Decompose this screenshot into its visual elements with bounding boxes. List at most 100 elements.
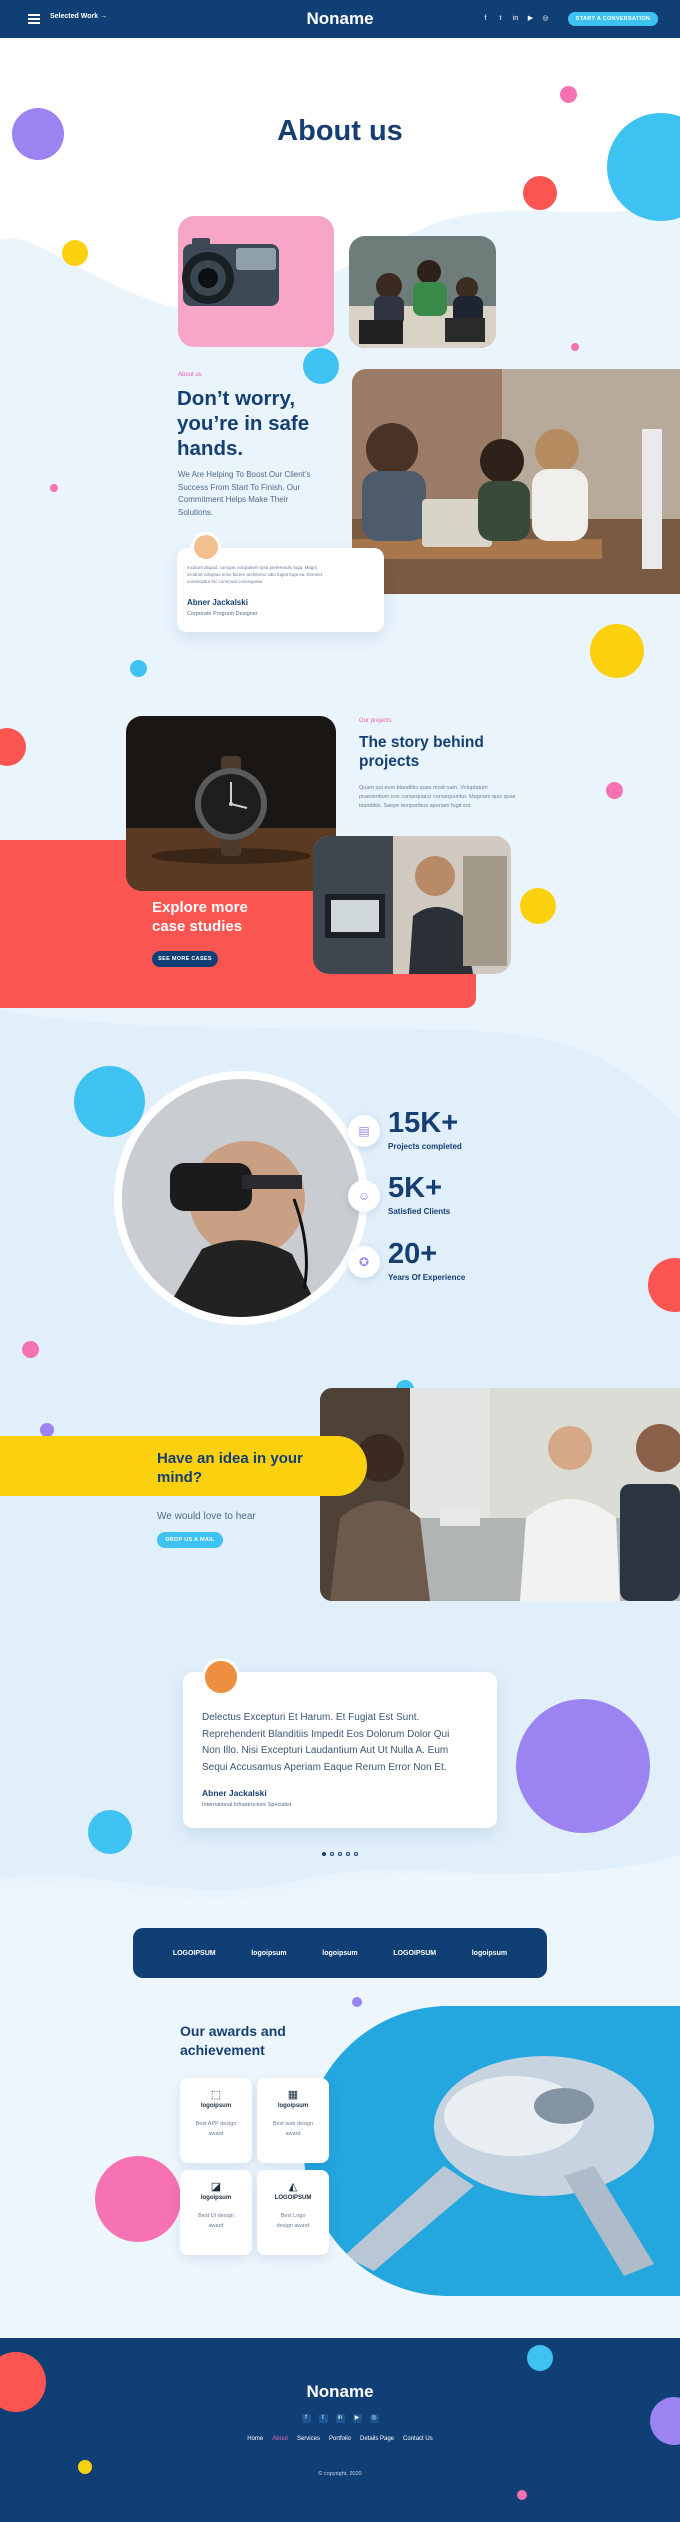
testimonial-line: Reprehenderit Blanditiis Impedit Eos Dol… bbox=[202, 1728, 450, 1740]
avatar bbox=[191, 532, 221, 562]
dribbble-icon[interactable]: ◎ bbox=[541, 14, 550, 23]
facebook-icon[interactable]: f bbox=[301, 2414, 311, 2423]
carousel-dots bbox=[322, 1852, 358, 1856]
award-text: Best Logo design award bbox=[257, 2211, 329, 2231]
stat-label: Years Of Experience bbox=[388, 1273, 466, 1282]
decor-circle bbox=[130, 660, 147, 677]
carousel-dot[interactable] bbox=[330, 1852, 334, 1856]
decor-circle bbox=[520, 888, 556, 924]
decor-circle bbox=[560, 86, 577, 103]
story-heading: The story behind projects bbox=[359, 733, 484, 771]
award-logo-icon: ▦ bbox=[287, 2089, 299, 2101]
award-text: Best web design award bbox=[257, 2119, 329, 2139]
testimonial-card: Delectus Excepturi Et Harum. Et Fugiat E… bbox=[183, 1658, 497, 1828]
award-text-line: Best APP design bbox=[195, 2121, 237, 2127]
quote-text: Incidunt aliquid, cumque voluptatem ipsa… bbox=[187, 564, 322, 585]
decor-circle bbox=[95, 2156, 181, 2242]
quote-line: incidunt voluptas enim facere architecto… bbox=[187, 572, 322, 577]
decor-circle bbox=[50, 484, 58, 492]
footer-nav-portfolio[interactable]: Portfolio bbox=[329, 2436, 351, 2442]
quote-role: Corporate Program Designer bbox=[187, 611, 258, 617]
safe-desc-line: Commitment Helps Make Their bbox=[178, 495, 289, 504]
dribbble-icon[interactable]: ◎ bbox=[369, 2414, 379, 2423]
youtube-icon[interactable]: ▶ bbox=[352, 2414, 362, 2423]
idea-subtitle: We would love to hear bbox=[157, 1511, 256, 1522]
footer-nav-about[interactable]: About bbox=[272, 2436, 288, 2442]
client-logo: logoipsum bbox=[251, 1949, 287, 1957]
team-photo bbox=[349, 236, 496, 348]
award-text-line: award bbox=[208, 2223, 224, 2229]
award-card: ◪ logoipsum Best UI design award bbox=[180, 2170, 252, 2255]
award-text-line: Best Logo bbox=[280, 2213, 306, 2219]
award-logo: logoipsum bbox=[200, 2103, 232, 2109]
vr-photo bbox=[122, 1079, 360, 1317]
decor-circle bbox=[40, 1423, 54, 1437]
story-desc-line: praesentium eos consequatur consequuntur… bbox=[359, 794, 516, 800]
office-photo bbox=[352, 369, 680, 594]
idea-heading-line: mind? bbox=[157, 1469, 202, 1486]
footer-nav-contact[interactable]: Contact Us bbox=[403, 2436, 433, 2442]
decor-circle bbox=[590, 624, 644, 678]
safe-heading-line: hands. bbox=[177, 437, 244, 460]
page-title: About us bbox=[277, 115, 403, 147]
quote-line: consectetur hic commodi consequatur. bbox=[187, 579, 264, 584]
award-text-line: award bbox=[208, 2131, 224, 2137]
page: Selected Work → Noname f t in ▶ ◎ START … bbox=[0, 0, 680, 2522]
client-logos-bar: LOGOIPSUM logoipsum logoipsum LOGOIPSUM … bbox=[133, 1928, 547, 1978]
laptop-photo bbox=[313, 836, 511, 974]
projects-kicker: Our projects bbox=[359, 718, 392, 724]
quote-line: Incidunt aliquid, cumque voluptatem ipsa… bbox=[187, 565, 317, 570]
start-conversation-button[interactable]: START A CONVERSATION bbox=[568, 12, 658, 26]
testimonial-line: Non Illo. Nisi Excepturi Laudantium Aut … bbox=[202, 1745, 449, 1756]
award-logo-icon: ◪ bbox=[210, 2181, 222, 2193]
award-text-line: design award bbox=[276, 2223, 310, 2229]
drop-mail-button[interactable]: DROP US A MAIL bbox=[157, 1532, 223, 1548]
awards-heading-line: Our awards and bbox=[180, 2023, 286, 2039]
stat-value: 20+ bbox=[388, 1238, 438, 1270]
youtube-icon[interactable]: ▶ bbox=[526, 14, 535, 23]
footer-socials: f t in ▶ ◎ bbox=[0, 2414, 680, 2423]
explore-heading: Explore more case studies bbox=[152, 898, 248, 936]
safe-heading: Don’t worry, you’re in safe hands. bbox=[177, 386, 309, 461]
safe-desc-line: Success From Start To Finish. Our bbox=[178, 482, 301, 492]
decor-circle bbox=[523, 176, 557, 210]
safe-desc-line: Solutions. bbox=[178, 507, 214, 517]
watch-photo bbox=[126, 716, 336, 891]
award-card: ⬚ logoipsum Best APP design award bbox=[180, 2078, 252, 2163]
award-logo-icon: ⬚ bbox=[210, 2089, 222, 2101]
footer-nav-home[interactable]: Home bbox=[247, 2436, 263, 2442]
footer-nav-details[interactable]: Details Page bbox=[360, 2436, 394, 2442]
story-desc-line: Quam qui eum blanditiis quas modi nam. V… bbox=[359, 785, 488, 791]
client-logo: logoipsum bbox=[322, 1949, 358, 1957]
testimonial-author: Abner Jackalski bbox=[202, 1788, 267, 1798]
footer-nav-services[interactable]: Services bbox=[297, 2436, 320, 2442]
see-more-cases-button[interactable]: SEE MORE CASES bbox=[152, 951, 218, 967]
award-card: ▦ logoipsum Best web design award bbox=[257, 2078, 329, 2163]
award-logo-icon: ◭ bbox=[288, 2181, 298, 2193]
linkedin-icon[interactable]: in bbox=[335, 2414, 345, 2423]
awards-heading: Our awards and achievement bbox=[180, 2022, 286, 2060]
carousel-dot[interactable] bbox=[354, 1852, 358, 1856]
carousel-dot[interactable] bbox=[346, 1852, 350, 1856]
twitter-icon[interactable]: t bbox=[318, 2414, 328, 2423]
carousel-dot[interactable] bbox=[338, 1852, 342, 1856]
decor-circle bbox=[516, 1699, 650, 1833]
decor-circle bbox=[352, 1997, 362, 2007]
facebook-icon[interactable]: f bbox=[481, 14, 490, 23]
linkedin-icon[interactable]: in bbox=[511, 14, 520, 23]
award-logo: logoipsum bbox=[277, 2103, 309, 2109]
story-description: Quam qui eum blanditiis quas modi nam. V… bbox=[359, 784, 516, 811]
document-icon: ▤ bbox=[348, 1115, 380, 1147]
carousel-dot[interactable] bbox=[322, 1852, 326, 1856]
footer-logo[interactable]: Noname bbox=[0, 2382, 680, 2402]
safe-heading-line: you’re in safe bbox=[177, 412, 310, 435]
decor-circle bbox=[303, 348, 339, 384]
twitter-icon[interactable]: t bbox=[496, 14, 505, 23]
story-heading-line: projects bbox=[359, 753, 420, 770]
about-kicker: About us bbox=[178, 372, 202, 378]
footer-nav: Home About Services Portfolio Details Pa… bbox=[0, 2436, 680, 2442]
client-logo: LOGOIPSUM bbox=[393, 1949, 437, 1957]
sculpture-photo bbox=[304, 2006, 680, 2296]
stat-label: Projects completed bbox=[388, 1142, 462, 1151]
users-icon: ☺ bbox=[348, 1180, 380, 1212]
